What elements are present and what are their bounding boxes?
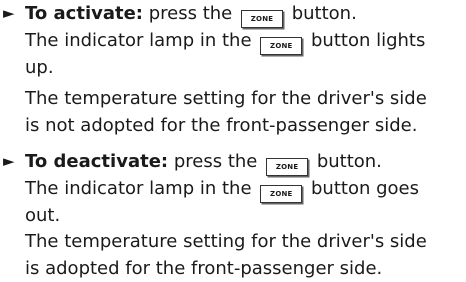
zone-button-icon: ZONE — [260, 37, 303, 55]
activate-note-line-1: The temperature setting for the driver's… — [25, 88, 427, 109]
activate-indicator-line-end: up. — [25, 57, 54, 78]
bullet-arrow-icon: ► — [3, 152, 15, 170]
deactivate-note-line-2: is adopted for the front-passenger side. — [25, 258, 383, 279]
bullet-arrow-icon: ► — [3, 4, 15, 22]
deactivate-note-line-1: The temperature setting for the driver's… — [25, 231, 427, 252]
zone-button-icon: ZONE — [260, 185, 303, 203]
activate-indicator-line: The indicator lamp in the ZONE button li… — [25, 27, 425, 55]
activate-label: To activate: — [25, 3, 144, 24]
deactivate-indicator-line-end: out. — [25, 205, 61, 226]
activate-instruction-line: To activate: press the ZONE button. — [25, 0, 357, 28]
activate-note-line-2: is not adopted for the front-passenger s… — [25, 115, 418, 136]
zone-button-icon: ZONE — [241, 10, 283, 28]
deactivate-label: To deactivate: — [25, 151, 169, 172]
deactivate-indicator-line: The indicator lamp in the ZONE button go… — [25, 175, 419, 203]
zone-button-icon: ZONE — [266, 158, 309, 176]
deactivate-instruction-line: To deactivate: press the ZONE button. — [25, 148, 382, 176]
